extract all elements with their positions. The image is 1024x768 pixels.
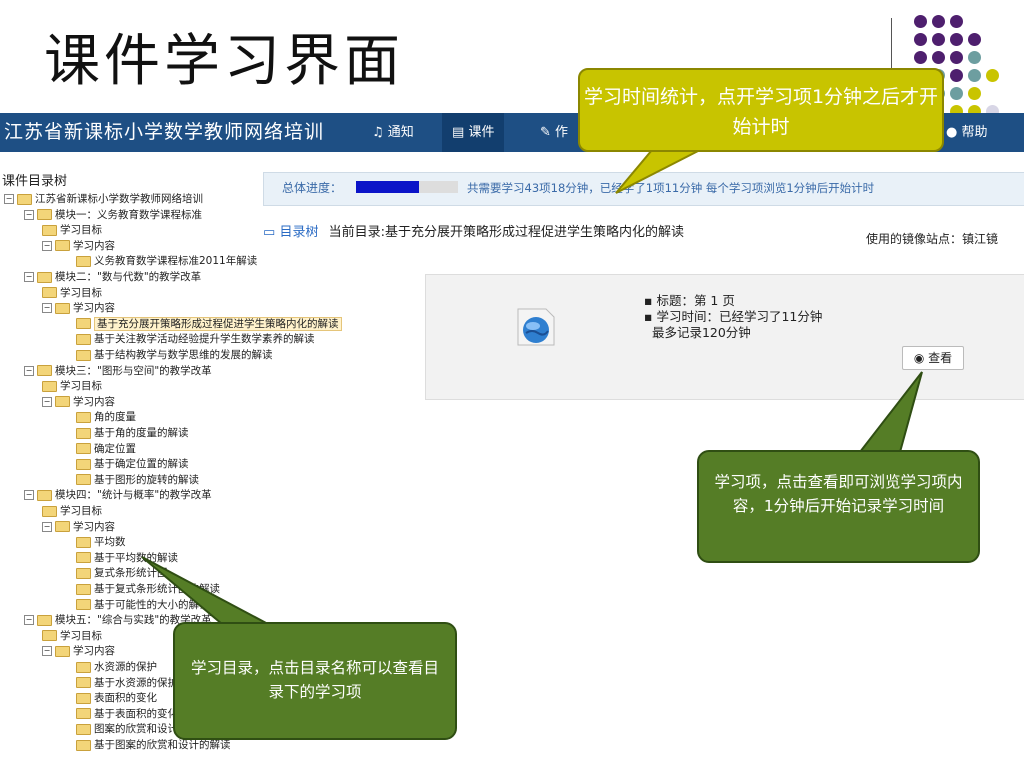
callout-directory: 学习目录，点击目录名称可以查看目录下的学习项 [173,622,457,740]
callout-timing: 学习时间统计，点开学习项1分钟之后才开始计时 [578,68,944,152]
callout-item: 学习项，点击查看即可浏览学习项内容，1分钟后开始记录学习时间 [697,450,980,563]
